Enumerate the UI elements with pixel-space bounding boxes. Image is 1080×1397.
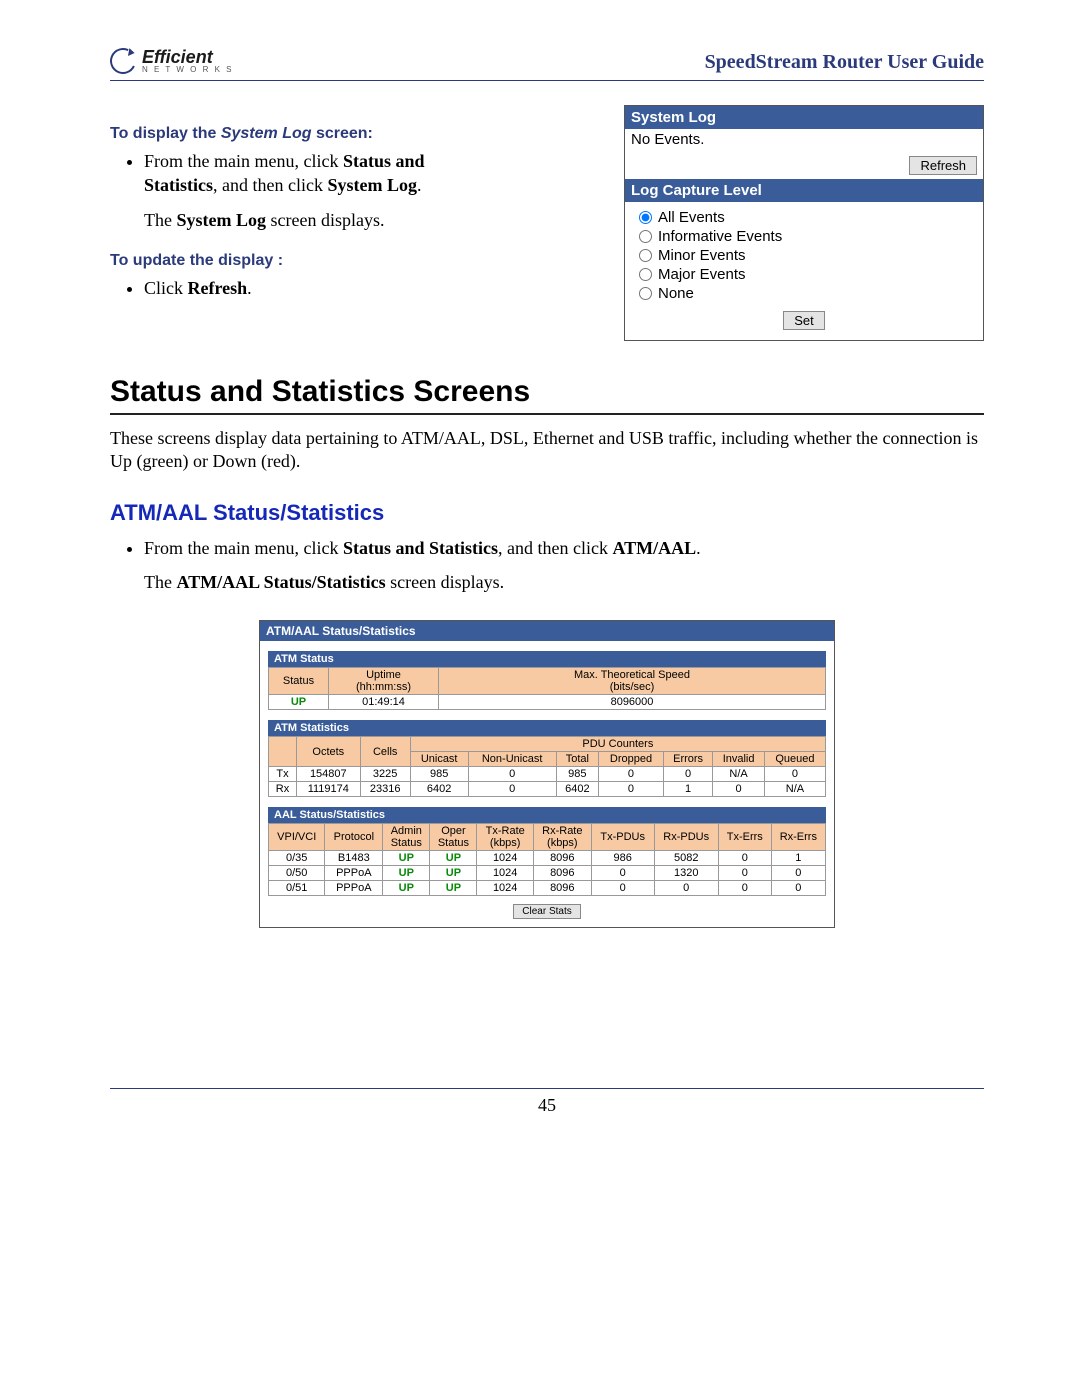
doc-title: SpeedStream Router User Guide	[705, 51, 984, 74]
th-status: Status	[269, 668, 329, 695]
instr-bullet: Click Refresh.	[144, 276, 430, 300]
radio-label: All Events	[658, 209, 725, 226]
table-row: 0/35 B1483 UP UP 1024 8096 986 5082 0 1	[269, 851, 826, 866]
instr-update-head: To update the display :	[110, 252, 430, 270]
radio-label: Minor Events	[658, 247, 746, 264]
atm-stats-sect: ATM Statistics	[268, 720, 826, 736]
panel-title: System Log	[625, 106, 983, 129]
cell-uptime: 01:49:14	[329, 695, 439, 710]
log-capture-head: Log Capture Level	[625, 179, 983, 202]
system-log-panel: System Log No Events. Refresh Log Captur…	[624, 105, 984, 341]
radio-none[interactable]	[639, 287, 652, 300]
clear-stats-button[interactable]: Clear Stats	[513, 904, 580, 919]
logo: Efficient N E T W O R K S	[110, 48, 234, 74]
table-row: Rx 1119174 23316 6402 0 6402 0 1 0 N/A	[269, 782, 826, 797]
refresh-button[interactable]: Refresh	[909, 156, 977, 175]
section-para: These screens display data pertaining to…	[110, 427, 984, 474]
radio-label: Major Events	[658, 266, 746, 283]
atm-bullet: From the main menu, click Status and Sta…	[144, 536, 984, 560]
swoosh-icon	[106, 44, 139, 77]
atm-status-table: Status Uptime(hh:mm:ss) Max. Theoretical…	[268, 667, 826, 710]
set-button[interactable]: Set	[783, 311, 825, 330]
radio-informative[interactable]	[639, 230, 652, 243]
atm-heading: ATM/AAL Status/Statistics	[110, 500, 984, 526]
no-events-text: No Events.	[625, 129, 983, 152]
radio-label: None	[658, 285, 694, 302]
instr-bullet: From the main menu, click Status and Sta…	[144, 149, 430, 198]
aal-sect: AAL Status/Statistics	[268, 807, 826, 823]
cell-speed: 8096000	[439, 695, 826, 710]
page-header: Efficient N E T W O R K S SpeedStream Ro…	[110, 48, 984, 81]
atm-screenshot: ATM/AAL Status/Statistics ATM Status Sta…	[259, 620, 835, 928]
atm-shot-title: ATM/AAL Status/Statistics	[260, 621, 834, 641]
table-row: Tx 154807 3225 985 0 985 0 0 N/A 0	[269, 767, 826, 782]
radio-all-events[interactable]	[639, 211, 652, 224]
radio-label: Informative Events	[658, 228, 782, 245]
logo-brand: Efficient	[142, 49, 234, 65]
th-uptime: Uptime(hh:mm:ss)	[329, 668, 439, 695]
instr-display-syslog-head: To display the System Log screen:	[110, 125, 430, 143]
th-speed: Max. Theoretical Speed(bits/sec)	[439, 668, 826, 695]
section-heading: Status and Statistics Screens	[110, 375, 984, 415]
logo-sub: N E T W O R K S	[142, 66, 234, 73]
table-row: 0/51 PPPoA UP UP 1024 8096 0 0 0 0	[269, 881, 826, 896]
atm-status-sect: ATM Status	[268, 651, 826, 667]
aal-table: VPI/VCI Protocol AdminStatus OperStatus …	[268, 823, 826, 896]
table-row: 0/50 PPPoA UP UP 1024 8096 0 1320 0 0	[269, 866, 826, 881]
radio-major[interactable]	[639, 268, 652, 281]
atm-stats-table: Octets Cells PDU Counters Unicast Non-Un…	[268, 736, 826, 797]
table-row: UP 01:49:14 8096000	[269, 695, 826, 710]
radio-minor[interactable]	[639, 249, 652, 262]
page-number: 45	[110, 1088, 984, 1116]
atm-sub: The ATM/AAL Status/Statistics screen dis…	[144, 570, 984, 594]
cell-status: UP	[269, 695, 329, 710]
instr-sub: The System Log screen displays.	[144, 208, 430, 232]
